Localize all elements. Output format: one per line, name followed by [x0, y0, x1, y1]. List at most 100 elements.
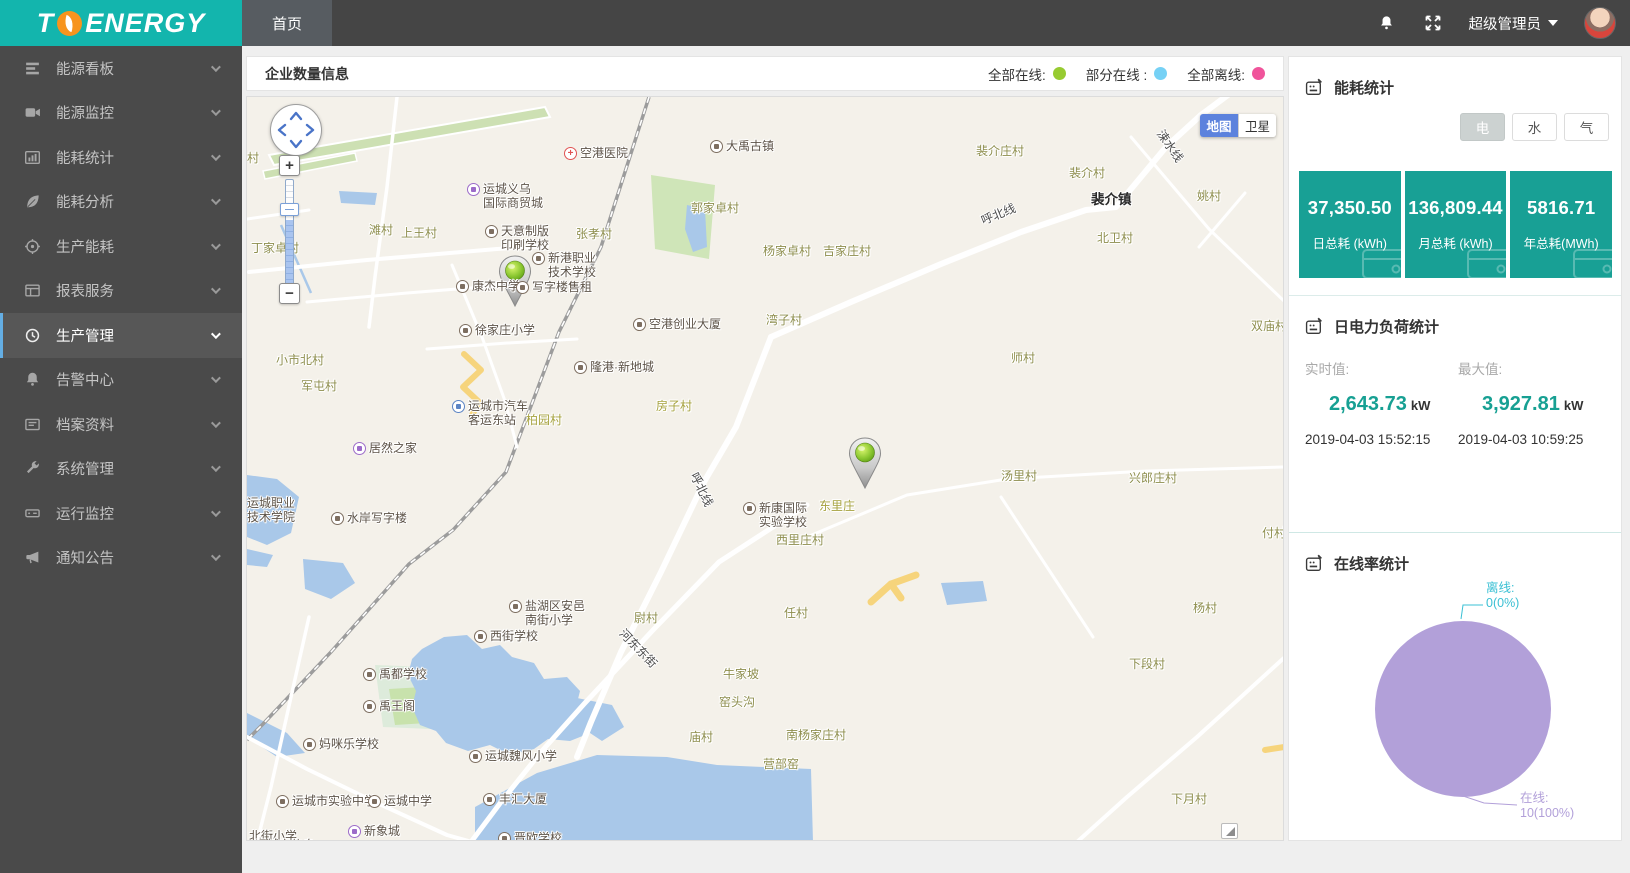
meter-watermark-icon [1360, 245, 1401, 278]
user-avatar[interactable] [1584, 7, 1616, 39]
app-logo: T ENERGY [0, 0, 242, 46]
energy-tab-2[interactable]: 气 [1564, 113, 1609, 141]
sidebar-item-label: 档案资料 [56, 414, 114, 435]
sidebar-item-label: 能源看板 [56, 58, 114, 79]
archive-icon [24, 416, 41, 433]
enterprise-panel-header: 企业数量信息 全部在线: 部分在线 : 全部离线: [246, 56, 1284, 91]
energy-tab-1[interactable]: 水 [1512, 113, 1557, 141]
energy-total-card: 5816.71年总耗(MWh) [1510, 171, 1612, 278]
zoom-in-button[interactable]: + [279, 155, 300, 176]
bell-icon [24, 371, 41, 388]
chevron-down-icon [211, 418, 221, 428]
max-label: 最大值: [1458, 358, 1611, 378]
enterprise-map-marker[interactable] [500, 256, 531, 306]
energy-card-value: 37,350.50 [1299, 197, 1401, 219]
sidebar-item-label: 能耗统计 [56, 147, 114, 168]
sidebar-item-label: 生产管理 [56, 325, 114, 346]
chevron-down-icon [211, 106, 221, 116]
logo-prefix: T [37, 8, 55, 39]
map-canvas[interactable]: 村+空港医院大禹古镇裴介庄村裴介村裴介镇姚村北卫村涑水线呼北线运城义乌 国际商贸… [246, 96, 1284, 841]
legend-label: 部分在线 : [1086, 64, 1148, 84]
sidebar-item-0[interactable]: 能源看板 [0, 46, 242, 91]
stats-column: 能耗统计 电水气 37,350.50日总耗 (kWh)136,809.44月总耗… [1288, 56, 1622, 841]
megaphone-icon [24, 549, 41, 566]
user-name: 超级管理员 [1469, 13, 1542, 34]
sidebar-item-11[interactable]: 通知公告 [0, 536, 242, 581]
target-icon [24, 238, 41, 255]
online-rate-section: 在线率统计 离线: 0(0%) 在线: 10(100%) [1289, 532, 1621, 840]
wrench-icon [24, 460, 41, 477]
sidebar-item-4[interactable]: 生产能耗 [0, 224, 242, 269]
sidebar-item-2[interactable]: 能耗统计 [0, 135, 242, 180]
fullscreen-icon[interactable] [1423, 13, 1443, 33]
chevron-down-icon [211, 507, 221, 517]
meter-watermark-icon [1571, 245, 1612, 278]
energy-card-value: 5816.71 [1510, 197, 1612, 219]
app-root: T ENERGY 首页 超级管理员 能源看板能源监控能耗统计能耗分析生产能耗报表… [0, 0, 1630, 873]
panel-title: 企业数量信息 [265, 64, 349, 84]
realtime-value: 2,643.73 [1329, 393, 1407, 415]
logo-suffix: ENERGY [85, 8, 205, 39]
chevron-down-icon [211, 462, 221, 472]
zoom-slider-handle[interactable] [280, 203, 299, 216]
legend-status-dot [1154, 67, 1167, 80]
sidebar-item-3[interactable]: 能耗分析 [0, 180, 242, 225]
sidebar-item-label: 报表服务 [56, 280, 114, 301]
chevron-down-icon [211, 551, 221, 561]
leaf-icon [24, 193, 41, 210]
report-icon [24, 282, 41, 299]
legend-item: 全部离线: [1187, 64, 1265, 84]
top-header: T ENERGY 首页 超级管理员 [0, 0, 1630, 46]
server-icon [24, 505, 41, 522]
caret-down-icon [1548, 20, 1558, 26]
notification-bell-icon[interactable] [1377, 13, 1397, 33]
sidebar-item-label: 运行监控 [56, 503, 114, 524]
map-type-satellite-button[interactable]: 卫星 [1238, 114, 1276, 137]
realtime-label: 实时值: [1305, 358, 1458, 378]
user-menu[interactable]: 超级管理员 [1469, 13, 1559, 34]
meter-section-icon [1305, 78, 1324, 97]
zoom-slider-track[interactable] [285, 179, 294, 285]
sidebar-item-label: 能耗分析 [56, 191, 114, 212]
sidebar-item-label: 生产能耗 [56, 236, 114, 257]
sidebar-item-10[interactable]: 运行监控 [0, 491, 242, 536]
legend-item: 全部在线: [988, 64, 1066, 84]
sidebar-item-9[interactable]: 系统管理 [0, 447, 242, 492]
energy-total-card: 136,809.44月总耗 (kWh) [1405, 171, 1507, 278]
pie-label-offline: 离线: 0(0%) [1486, 581, 1519, 611]
sidebar-item-5[interactable]: 报表服务 [0, 269, 242, 314]
max-unit: kW [1564, 398, 1584, 413]
enterprise-map-marker[interactable] [850, 438, 881, 488]
sidebar-item-1[interactable]: 能源监控 [0, 91, 242, 136]
status-legend: 全部在线: 部分在线 : 全部离线: [988, 64, 1265, 84]
map-type-toggle: 地图 卫星 [1200, 114, 1276, 137]
energy-card-value: 136,809.44 [1405, 197, 1507, 219]
map-scale-control[interactable] [1221, 823, 1238, 839]
sidebar-menu: 能源看板能源监控能耗统计能耗分析生产能耗报表服务生产管理告警中心档案资料系统管理… [0, 46, 242, 873]
dashboard-icon [24, 60, 41, 77]
sidebar-item-7[interactable]: 告警中心 [0, 358, 242, 403]
header-actions: 超级管理员 [1377, 0, 1630, 46]
meter-watermark-icon [1465, 245, 1506, 278]
map-type-map-button[interactable]: 地图 [1200, 114, 1238, 137]
map-pan-control[interactable] [270, 104, 322, 156]
realtime-load: 实时值: 2,643.73kW 2019-04-03 15:52:15 [1305, 358, 1458, 447]
energy-tab-0[interactable]: 电 [1460, 113, 1505, 141]
logo-at-leaf-icon [57, 11, 82, 36]
daily-load-section: 日电力负荷统计 实时值: 2,643.73kW 2019-04-03 15:52… [1289, 295, 1621, 532]
energy-total-card: 37,350.50日总耗 (kWh) [1299, 171, 1401, 278]
sidebar-item-label: 通知公告 [56, 547, 114, 568]
sidebar-item-6[interactable]: 生产管理 [0, 313, 242, 358]
sidebar-item-8[interactable]: 档案资料 [0, 402, 242, 447]
energy-stats-section: 能耗统计 电水气 37,350.50日总耗 (kWh)136,809.44月总耗… [1289, 57, 1621, 295]
camera-icon [24, 104, 41, 121]
chevron-down-icon [211, 195, 221, 205]
sidebar-item-label: 能源监控 [56, 102, 114, 123]
sidebar-item-label: 告警中心 [56, 369, 114, 390]
legend-status-dot [1252, 67, 1265, 80]
tab-home[interactable]: 首页 [242, 0, 332, 46]
legend-status-dot [1053, 67, 1066, 80]
chevron-down-icon [211, 373, 221, 383]
zoom-out-button[interactable]: − [279, 283, 300, 304]
realtime-unit: kW [1411, 398, 1431, 413]
